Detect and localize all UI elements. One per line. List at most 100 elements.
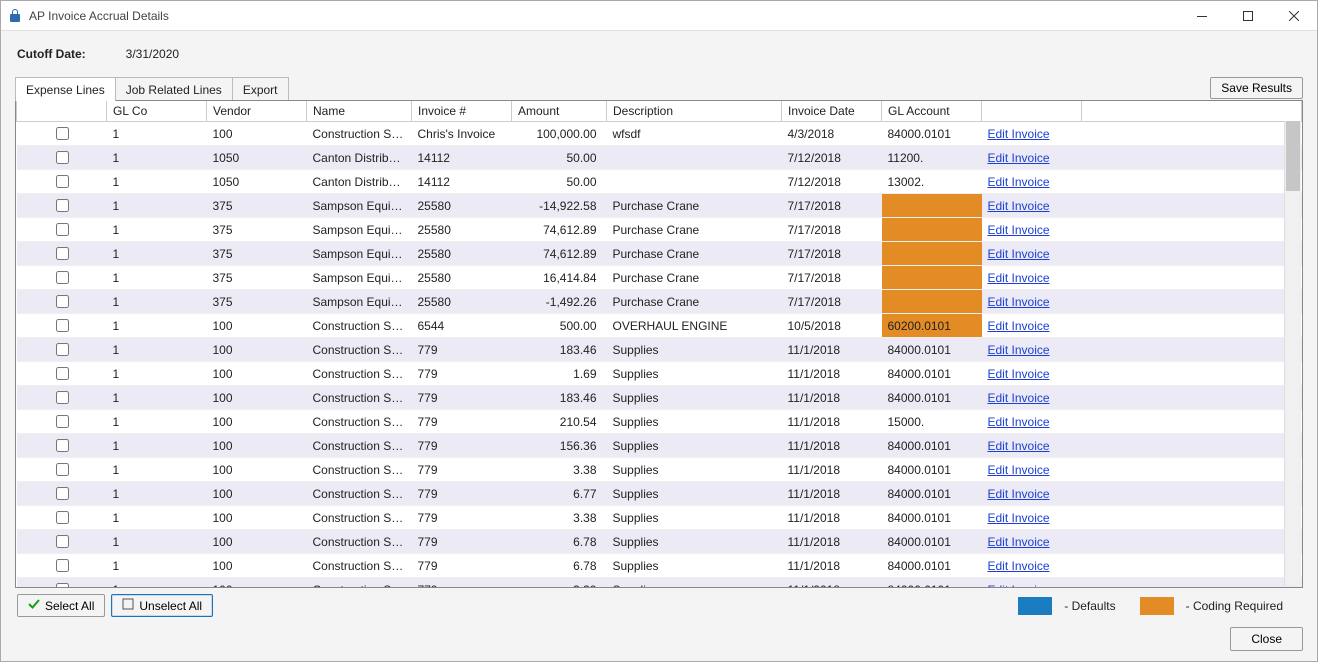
table-row[interactable]: 1375Sampson Equipm...2558016,414.84Purch…: [17, 266, 1302, 290]
cell-glco: 1: [107, 194, 207, 218]
table-row[interactable]: 1100Construction Sup...7796.78Supplies11…: [17, 554, 1302, 578]
scrollbar-thumb[interactable]: [1286, 121, 1300, 191]
row-checkbox[interactable]: [56, 391, 69, 404]
save-results-button[interactable]: Save Results: [1210, 77, 1303, 99]
cell-gl: [882, 218, 982, 242]
row-checkbox[interactable]: [56, 415, 69, 428]
row-checkbox[interactable]: [56, 319, 69, 332]
row-checkbox[interactable]: [56, 535, 69, 548]
edit-invoice-link[interactable]: Edit Invoice: [988, 199, 1050, 213]
row-checkbox[interactable]: [56, 583, 69, 587]
row-checkbox[interactable]: [56, 271, 69, 284]
edit-invoice-link[interactable]: Edit Invoice: [988, 391, 1050, 405]
col-header[interactable]: Invoice Date: [782, 101, 882, 122]
row-checkbox[interactable]: [56, 199, 69, 212]
vertical-scrollbar[interactable]: [1284, 121, 1301, 586]
row-checkbox[interactable]: [56, 223, 69, 236]
cell-glco: 1: [107, 434, 207, 458]
edit-invoice-link[interactable]: Edit Invoice: [988, 439, 1050, 453]
edit-invoice-link[interactable]: Edit Invoice: [988, 247, 1050, 261]
cell-invoice: 14112: [412, 170, 512, 194]
cell-desc: Supplies: [607, 338, 782, 362]
maximize-button[interactable]: [1225, 1, 1271, 31]
table-row[interactable]: 1100Construction Sup...779156.36Supplies…: [17, 434, 1302, 458]
row-checkbox[interactable]: [56, 127, 69, 140]
cell-date: 11/1/2018: [782, 482, 882, 506]
table-row[interactable]: 1100Construction Sup...6544500.00OVERHAU…: [17, 314, 1302, 338]
edit-invoice-link[interactable]: Edit Invoice: [988, 175, 1050, 189]
table-row[interactable]: 1100Construction Sup...7796.77Supplies11…: [17, 482, 1302, 506]
edit-invoice-link[interactable]: Edit Invoice: [988, 223, 1050, 237]
unselect-all-button[interactable]: Unselect All: [111, 594, 213, 617]
cell-glco: 1: [107, 218, 207, 242]
row-checkbox[interactable]: [56, 367, 69, 380]
table-row[interactable]: 1100Construction Sup...779183.46Supplies…: [17, 386, 1302, 410]
edit-invoice-link[interactable]: Edit Invoice: [988, 559, 1050, 573]
col-header[interactable]: GL Co: [107, 101, 207, 122]
col-header[interactable]: GL Account: [882, 101, 982, 122]
table-row[interactable]: 11050Canton Distributin...1411250.007/12…: [17, 170, 1302, 194]
edit-invoice-link[interactable]: Edit Invoice: [988, 151, 1050, 165]
edit-invoice-link[interactable]: Edit Invoice: [988, 367, 1050, 381]
tab-expense-lines[interactable]: Expense Lines: [15, 77, 116, 101]
row-checkbox[interactable]: [56, 247, 69, 260]
edit-invoice-link[interactable]: Edit Invoice: [988, 127, 1050, 141]
col-header[interactable]: Vendor: [207, 101, 307, 122]
table-row[interactable]: 1100Construction Sup...Chris's Invoice10…: [17, 122, 1302, 146]
edit-invoice-link[interactable]: Edit Invoice: [988, 343, 1050, 357]
tab-job-related-lines[interactable]: Job Related Lines: [115, 77, 233, 101]
table-row[interactable]: 1375Sampson Equipm...25580-14,922.58Purc…: [17, 194, 1302, 218]
table-row[interactable]: 1375Sampson Equipm...2558074,612.89Purch…: [17, 242, 1302, 266]
row-checkbox[interactable]: [56, 151, 69, 164]
cell-invoice: 779: [412, 578, 512, 588]
edit-invoice-link[interactable]: Edit Invoice: [988, 295, 1050, 309]
cell-desc: Supplies: [607, 458, 782, 482]
edit-invoice-link[interactable]: Edit Invoice: [988, 583, 1050, 588]
cell-desc: Supplies: [607, 506, 782, 530]
legend-coding-swatch: [1140, 597, 1174, 615]
cell-vendor: 100: [207, 362, 307, 386]
cell-invoice: 779: [412, 386, 512, 410]
table-row[interactable]: 1100Construction Sup...7793.38Supplies11…: [17, 458, 1302, 482]
row-checkbox[interactable]: [56, 175, 69, 188]
edit-invoice-link[interactable]: Edit Invoice: [988, 511, 1050, 525]
row-checkbox[interactable]: [56, 559, 69, 572]
cell-glco: 1: [107, 386, 207, 410]
row-checkbox[interactable]: [56, 511, 69, 524]
col-header[interactable]: [982, 101, 1082, 122]
table-row[interactable]: 1100Construction Sup...7793.38Supplies11…: [17, 506, 1302, 530]
col-header[interactable]: Invoice #: [412, 101, 512, 122]
edit-invoice-link[interactable]: Edit Invoice: [988, 271, 1050, 285]
cell-gl: 84000.0101: [882, 122, 982, 146]
table-row[interactable]: 1100Construction Sup...779210.54Supplies…: [17, 410, 1302, 434]
table-row[interactable]: 1100Construction Sup...779183.46Supplies…: [17, 338, 1302, 362]
table-row[interactable]: 1100Construction Sup...7796.78Supplies11…: [17, 530, 1302, 554]
edit-invoice-link[interactable]: Edit Invoice: [988, 487, 1050, 501]
row-checkbox[interactable]: [56, 439, 69, 452]
table-row[interactable]: 11050Canton Distributin...1411250.007/12…: [17, 146, 1302, 170]
tab-export[interactable]: Export: [232, 77, 289, 101]
select-all-button[interactable]: Select All: [17, 594, 105, 617]
row-checkbox[interactable]: [56, 463, 69, 476]
edit-invoice-link[interactable]: Edit Invoice: [988, 535, 1050, 549]
table-row[interactable]: 1375Sampson Equipm...2558074,612.89Purch…: [17, 218, 1302, 242]
col-header[interactable]: [17, 101, 107, 122]
close-window-button[interactable]: [1271, 1, 1317, 31]
row-checkbox[interactable]: [56, 343, 69, 356]
edit-invoice-link[interactable]: Edit Invoice: [988, 415, 1050, 429]
row-checkbox[interactable]: [56, 487, 69, 500]
col-header[interactable]: Description: [607, 101, 782, 122]
col-header[interactable]: Name: [307, 101, 412, 122]
col-header[interactable]: Amount: [512, 101, 607, 122]
edit-invoice-link[interactable]: Edit Invoice: [988, 463, 1050, 477]
cell-vendor: 375: [207, 266, 307, 290]
footer-row: Select All Unselect All - Defaults - Cod…: [15, 588, 1303, 619]
row-checkbox[interactable]: [56, 295, 69, 308]
edit-invoice-link[interactable]: Edit Invoice: [988, 319, 1050, 333]
close-button[interactable]: Close: [1230, 627, 1303, 651]
table-row[interactable]: 1100Construction Sup...7791.69Supplies11…: [17, 362, 1302, 386]
minimize-button[interactable]: [1179, 1, 1225, 31]
col-header[interactable]: [1082, 101, 1302, 122]
table-row[interactable]: 1100Construction Sup...7793.39Supplies11…: [17, 578, 1302, 588]
table-row[interactable]: 1375Sampson Equipm...25580-1,492.26Purch…: [17, 290, 1302, 314]
